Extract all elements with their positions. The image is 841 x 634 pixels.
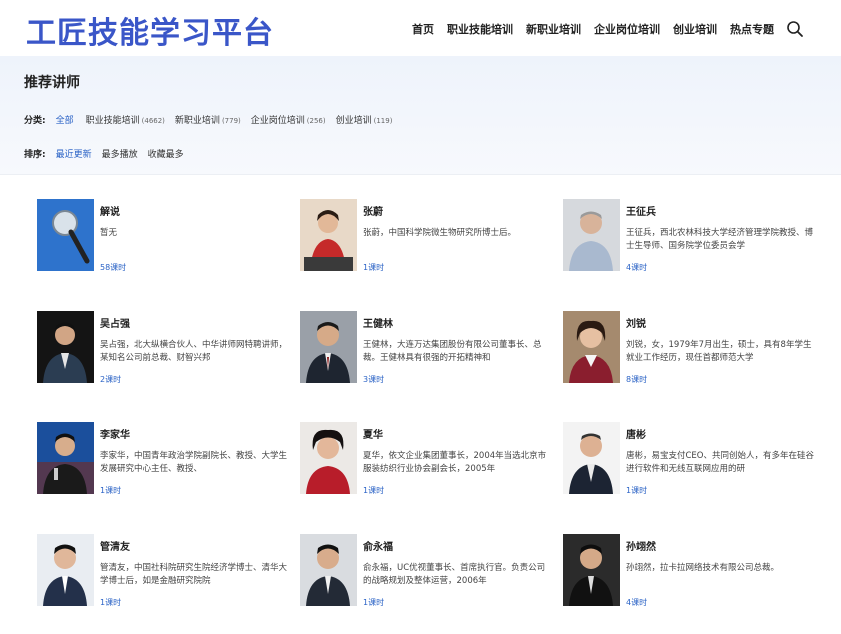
nav-item-new-occupation-training[interactable]: 新职业培训	[526, 21, 581, 37]
top-header: 工匠技能学习平台 首页 职业技能培训 新职业培训 企业岗位培训 创业培训 热点专…	[0, 0, 841, 56]
nav-item-hot-topics[interactable]: 热点专题	[730, 21, 774, 37]
teacher-description: 夏华，依文企业集团董事长，2004年当选北京市服装纺织行业协会副会长，2005年	[363, 451, 547, 474]
teacher-name[interactable]: 刘锐	[626, 315, 816, 330]
category-option-new-occupation[interactable]: 新职业培训 (779)	[175, 113, 241, 126]
teacher-card[interactable]: 夏华 夏华，依文企业集团董事长，2004年当选北京市服装纺织行业协会副会长，20…	[300, 422, 550, 522]
sort-label: 排序:	[24, 150, 46, 160]
teacher-avatar	[37, 311, 94, 383]
teacher-description: 王征兵，西北农林科技大学经济管理学院教授、博士生导师、国务院学位委员会学	[626, 228, 814, 251]
nav-item-vocational-training[interactable]: 职业技能培训	[447, 21, 513, 37]
lesson-count[interactable]: 1课时	[363, 485, 553, 496]
category-option-vocational[interactable]: 职业技能培训 (4662)	[86, 113, 165, 126]
nav-item-enterprise-training[interactable]: 企业岗位培训	[594, 21, 660, 37]
category-option-all[interactable]: 全部	[56, 113, 76, 126]
teacher-description: 唐彬，易宝支付CEO、共同创始人，有多年在硅谷进行软件和无线互联网应用的研	[626, 451, 814, 474]
teacher-card[interactable]: 王健林 王健林，大连万达集团股份有限公司董事长、总裁。王健林具有很强的开拓精神和…	[300, 311, 550, 411]
teacher-card[interactable]: 管清友 管清友，中国社科院研究生院经济学博士、清华大学博士后，如是金融研究院院 …	[37, 534, 287, 634]
sort-option-most-played[interactable]: 最多播放	[102, 147, 138, 160]
teacher-avatar	[300, 422, 357, 494]
sort-option-recent[interactable]: 最近更新	[56, 147, 92, 160]
teacher-avatar	[563, 534, 620, 606]
teacher-description: 俞永福，UC优视董事长、首席执行官。负责公司的战略规划及整体运营，2006年	[363, 563, 546, 586]
teacher-description: 暂无	[100, 228, 118, 238]
teacher-name[interactable]: 夏华	[363, 426, 553, 441]
teacher-card[interactable]: 王征兵 王征兵，西北农林科技大学经济管理学院教授、博士生导师、国务院学位委员会学…	[563, 199, 813, 299]
main-nav: 首页 职业技能培训 新职业培训 企业岗位培训 创业培训 热点专题	[412, 21, 774, 37]
teacher-name[interactable]: 俞永福	[363, 538, 553, 553]
teacher-description: 吴占强，北大纵横合伙人、中华讲师网特聘讲师，某知名公司前总裁、财智兴邦	[100, 340, 288, 363]
sort-row: 排序: 最近更新 最多播放 收藏最多	[24, 147, 184, 160]
teacher-avatar	[300, 311, 357, 383]
lesson-count[interactable]: 1课时	[363, 262, 553, 273]
teacher-card[interactable]: 吴占强 吴占强，北大纵横合伙人、中华讲师网特聘讲师，某知名公司前总裁、财智兴邦 …	[37, 311, 287, 411]
teacher-avatar	[37, 422, 94, 494]
page-title: 推荐讲师	[24, 75, 80, 91]
teacher-name[interactable]: 李家华	[100, 426, 290, 441]
category-option-startup[interactable]: 创业培训 (119)	[336, 113, 393, 126]
teacher-name[interactable]: 王健林	[363, 315, 553, 330]
teacher-avatar	[300, 199, 357, 271]
lesson-count[interactable]: 1课时	[626, 485, 816, 496]
lesson-count[interactable]: 1课时	[100, 485, 290, 496]
filter-panel: 推荐讲师 分类: 全部 职业技能培训 (4662) 新职业培训 (779) 企业岗位…	[0, 56, 841, 174]
teacher-name[interactable]: 管清友	[100, 538, 290, 553]
sort-option-most-favorited[interactable]: 收藏最多	[148, 147, 184, 160]
teacher-avatar	[37, 534, 94, 606]
teacher-avatar	[563, 422, 620, 494]
teacher-description: 李家华，中国青年政治学院副院长、教授、大学生发展研究中心主任、教授、	[100, 451, 288, 474]
teacher-avatar	[563, 199, 620, 271]
section-divider	[0, 174, 841, 175]
search-icon[interactable]	[786, 20, 804, 38]
teacher-description: 王健林，大连万达集团股份有限公司董事长、总裁。王健林具有很强的开拓精神和	[363, 340, 542, 363]
teacher-card[interactable]: 刘锐 刘锐，女，1979年7月出生，硕士，具有8年学生就业工作经历，现任首都师范…	[563, 311, 813, 411]
teacher-name[interactable]: 孙翊然	[626, 538, 816, 553]
lesson-count[interactable]: 8课时	[626, 374, 816, 385]
nav-item-startup-training[interactable]: 创业培训	[673, 21, 717, 37]
teacher-description: 刘锐，女，1979年7月出生，硕士，具有8年学生就业工作经历，现任首都师范大学	[626, 340, 812, 363]
lesson-count[interactable]: 1课时	[100, 597, 290, 608]
teacher-description: 张蔚，中国科学院微生物研究所博士后。	[363, 228, 517, 238]
teacher-description: 管清友，中国社科院研究生院经济学博士、清华大学博士后，如是金融研究院院	[100, 563, 288, 586]
lesson-count[interactable]: 3课时	[363, 374, 553, 385]
lesson-count[interactable]: 4课时	[626, 262, 816, 273]
teacher-card[interactable]: 俞永福 俞永福，UC优视董事长、首席执行官。负责公司的战略规划及整体运营，200…	[300, 534, 550, 634]
lesson-count[interactable]: 4课时	[626, 597, 816, 608]
teacher-description: 孙翊然，拉卡拉网络技术有限公司总裁。	[626, 563, 780, 573]
teacher-card[interactable]: 唐彬 唐彬，易宝支付CEO、共同创始人，有多年在硅谷进行软件和无线互联网应用的研…	[563, 422, 816, 522]
teacher-avatar	[563, 311, 620, 383]
teacher-name[interactable]: 王征兵	[626, 203, 816, 218]
teacher-avatar	[300, 534, 357, 606]
lesson-count[interactable]: 1课时	[363, 597, 553, 608]
teacher-card[interactable]: 解说 暂无 58课时	[37, 199, 287, 299]
teacher-card[interactable]: 李家华 李家华，中国青年政治学院副院长、教授、大学生发展研究中心主任、教授、 1…	[37, 422, 287, 522]
teacher-name[interactable]: 吴占强	[100, 315, 290, 330]
teacher-card[interactable]: 孙翊然 孙翊然，拉卡拉网络技术有限公司总裁。 4课时	[563, 534, 813, 634]
category-label: 分类:	[24, 116, 46, 126]
teacher-name[interactable]: 解说	[100, 203, 290, 218]
teacher-name[interactable]: 张蔚	[363, 203, 553, 218]
teacher-card[interactable]: 张蔚 张蔚，中国科学院微生物研究所博士后。 1课时	[300, 199, 550, 299]
lesson-count[interactable]: 58课时	[100, 262, 290, 273]
category-filter-row: 分类: 全部 职业技能培训 (4662) 新职业培训 (779) 企业岗位培训 (25…	[24, 113, 392, 126]
teacher-name[interactable]: 唐彬	[626, 426, 816, 441]
category-option-enterprise[interactable]: 企业岗位培训 (256)	[251, 113, 326, 126]
lesson-count[interactable]: 2课时	[100, 374, 290, 385]
site-logo[interactable]: 工匠技能学习平台	[26, 8, 274, 52]
nav-item-home[interactable]: 首页	[412, 21, 434, 37]
microphone-icon	[37, 199, 94, 271]
